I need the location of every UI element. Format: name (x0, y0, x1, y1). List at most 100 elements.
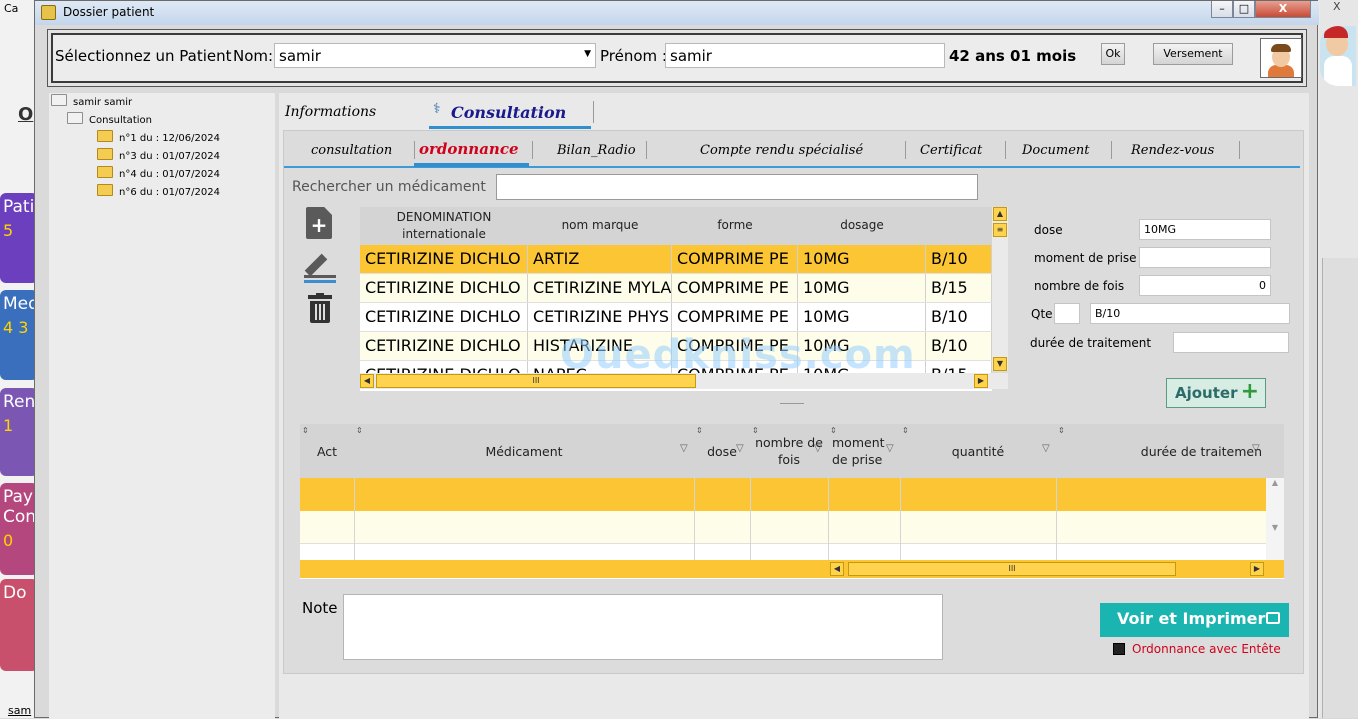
subtab-compte-rendu-spécialisé[interactable]: Compte rendu spécialisé (700, 143, 863, 158)
note-textarea[interactable] (343, 594, 943, 660)
print-button[interactable]: Voir et Imprimer (1100, 603, 1289, 637)
sort-icon[interactable]: ⇕ (1058, 426, 1065, 435)
sort-icon[interactable]: ⇕ (302, 426, 309, 435)
background-close-icon[interactable]: X (1333, 0, 1341, 13)
scroll-down-button[interactable]: ▼ (993, 357, 1007, 371)
scroll-thumb[interactable]: III (376, 374, 696, 388)
prescription-horizontal-scrollbar[interactable]: ◀ III ▶ (300, 560, 1284, 578)
prescription-vertical-scrollbar[interactable]: ▲ ▼ (1266, 478, 1284, 560)
medication-row[interactable]: CETIRIZINE DICHLO HISTARIZINE COMPRIME PE 1… (360, 332, 992, 361)
subtab-ordonnance[interactable]: ordonnance (419, 140, 519, 158)
scroll-thumb[interactable]: ≡ (993, 223, 1007, 237)
filter-icon[interactable]: ▽ (1042, 443, 1050, 454)
search-label: Rechercher un médicament (292, 179, 486, 195)
scroll-left-button[interactable]: ◀ (360, 374, 374, 388)
tree-item-label: n°4 du : 01/07/2024 (119, 169, 220, 180)
stat-card-label: Med (3, 294, 38, 314)
medication-cell: 10MG (798, 274, 926, 302)
col-nom-marque[interactable]: nom marque (528, 218, 672, 232)
versement-button[interactable]: Versement (1153, 43, 1233, 65)
filter-icon[interactable]: ▽ (886, 443, 894, 454)
scroll-right-button[interactable]: ▶ (1250, 562, 1264, 576)
tree-root[interactable]: samir samir (51, 94, 132, 112)
tree-item-consultation[interactable]: n°1 du : 12/06/2024 (97, 130, 220, 148)
medication-row[interactable]: CETIRIZINE DICHLO CETIRIZINE PHYS COMPRIME… (360, 303, 992, 332)
col-medicament[interactable]: Médicament (354, 443, 694, 460)
qte-unit-field[interactable]: B/10 (1090, 303, 1290, 324)
background-stat-card[interactable]: Ren 1 (0, 388, 38, 476)
filter-icon[interactable]: ▽ (680, 443, 688, 454)
medication-row[interactable]: CETIRIZINE DICHLO CETIRIZINE MYLA COMPRIME… (360, 274, 992, 303)
filter-icon[interactable]: ▽ (1252, 443, 1260, 454)
window-title: Dossier patient (63, 5, 155, 19)
tree-item-consultation[interactable]: n°4 du : 01/07/2024 (97, 166, 220, 184)
background-stat-card[interactable]: Pati 5 (0, 193, 38, 283)
subtab-document[interactable]: Document (1022, 143, 1090, 158)
background-stat-card[interactable]: Med 4 3 (0, 290, 38, 380)
prenom-field[interactable]: samir (665, 43, 945, 68)
subtab-consultation[interactable]: consultation (311, 143, 392, 158)
scroll-thumb[interactable]: III (848, 562, 1176, 576)
filter-icon[interactable]: ▽ (736, 443, 744, 454)
sort-icon[interactable]: ⇕ (830, 426, 837, 435)
subtab-bilan-radio[interactable]: Bilan_Radio (557, 143, 636, 158)
tree-item-consultation[interactable]: n°6 du : 01/07/2024 (97, 184, 220, 202)
col-quantite[interactable]: quantité (900, 443, 1056, 460)
dose-field[interactable]: 10MG (1139, 219, 1271, 240)
prescription-row[interactable] (300, 511, 1266, 544)
folder-icon (97, 184, 113, 196)
edit-icon[interactable] (304, 249, 336, 283)
sort-icon[interactable]: ⇕ (902, 426, 909, 435)
col-forme[interactable]: forme (672, 218, 798, 232)
entete-checkbox[interactable] (1113, 643, 1125, 655)
ok-button[interactable]: Ok (1101, 43, 1125, 65)
close-button[interactable]: X (1255, 1, 1311, 18)
tab-consultation[interactable]: ⚕ Consultation (429, 101, 591, 129)
sort-icon[interactable]: ⇕ (696, 426, 703, 435)
maximize-button[interactable]: □ (1233, 1, 1255, 18)
splitter-handle[interactable] (780, 403, 804, 404)
add-medication-button[interactable]: Ajouter + (1166, 378, 1266, 408)
qte-field[interactable] (1054, 303, 1080, 324)
medication-row[interactable]: CETIRIZINE DICHLO ARTIZ COMPRIME PE 10MG B/1… (360, 245, 992, 274)
search-input[interactable] (496, 174, 978, 200)
moment-field[interactable] (1139, 247, 1271, 268)
medication-grid-vertical-scrollbar[interactable]: ▲ ≡ ▼ (992, 207, 1008, 371)
add-document-icon[interactable]: + (306, 207, 332, 239)
prescription-row[interactable] (300, 544, 1266, 560)
medication-cell: HISTARIZINE (528, 332, 672, 360)
col-act[interactable]: Act (300, 443, 354, 460)
col-duree[interactable]: durée de traitemen (1056, 443, 1266, 460)
tree-folder-consultation[interactable]: Consultation (67, 112, 152, 130)
col-dosage[interactable]: dosage (798, 218, 926, 232)
subtab-rendez-vous[interactable]: Rendez-vous (1131, 143, 1214, 158)
folder-icon (97, 148, 113, 160)
background-stat-card[interactable]: Pay Con 0 (0, 483, 38, 575)
filter-icon[interactable]: ▽ (814, 443, 822, 454)
nom-label: Nom: (233, 47, 274, 65)
duree-field[interactable] (1173, 332, 1289, 353)
tree-item-consultation[interactable]: n°3 du : 01/07/2024 (97, 148, 220, 166)
tree-item-label: n°3 du : 01/07/2024 (119, 151, 220, 162)
minimize-button[interactable]: – (1211, 1, 1233, 18)
stat-card-count: 0 (3, 531, 14, 550)
sort-icon[interactable]: ⇕ (752, 426, 759, 435)
trash-icon[interactable] (308, 293, 332, 323)
medication-grid-horizontal-scrollbar[interactable]: ◀ III ▶ (360, 373, 1008, 389)
subtab-certificat[interactable]: Certificat (920, 143, 982, 158)
medication-cell: ARTIZ (528, 245, 672, 273)
patient-photo-avatar[interactable] (1260, 38, 1302, 78)
scroll-right-button[interactable]: ▶ (974, 374, 988, 388)
nombre-field[interactable]: 0 (1139, 275, 1271, 296)
tab-informations[interactable]: Informations (285, 104, 376, 120)
scroll-left-button[interactable]: ◀ (830, 562, 844, 576)
prescription-row-selected[interactable] (300, 478, 1284, 511)
medication-cell: B/10 (926, 303, 992, 331)
medication-cell: B/10 (926, 245, 992, 273)
background-stat-card[interactable]: Do (0, 579, 38, 671)
patient-selector-frame: Sélectionnez un Patient Nom: samir ▼ Pré… (51, 33, 1303, 83)
nom-select[interactable]: samir ▼ (274, 43, 596, 68)
sort-icon[interactable]: ⇕ (356, 426, 363, 435)
col-denomination[interactable]: DENOMINATION internationale (360, 209, 528, 243)
scroll-up-button[interactable]: ▲ (993, 207, 1007, 221)
